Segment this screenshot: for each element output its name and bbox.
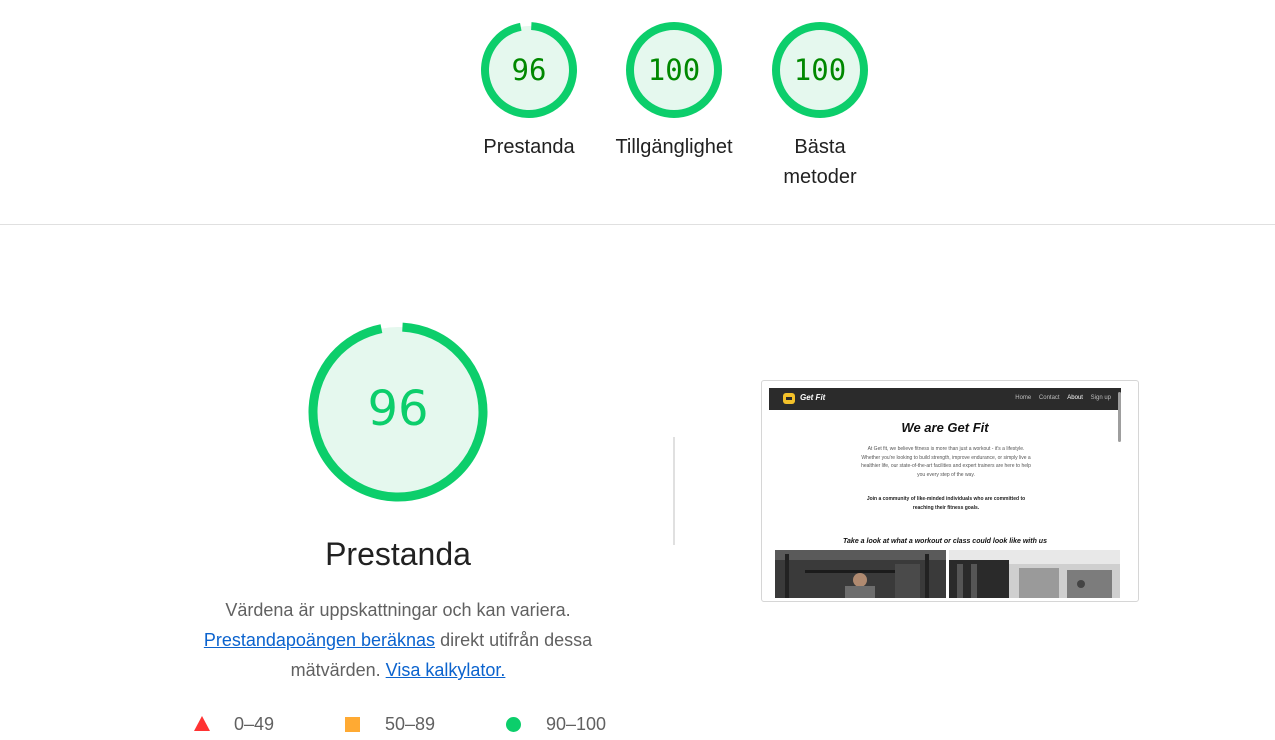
score-calculation-link[interactable]: Prestandapoängen beräknas: [204, 630, 435, 650]
screenshot-brand: Get Fit: [800, 393, 826, 402]
final-screenshot[interactable]: Get Fit Home Contact About Sign up We ar…: [761, 380, 1139, 602]
screenshot-page: Get Fit Home Contact About Sign up We ar…: [769, 388, 1121, 598]
gauge-accessibility[interactable]: 100 Tillgänglighet: [614, 20, 734, 162]
legend-range-average: 50–89: [385, 714, 436, 734]
screenshot-nav-home: Home: [1015, 395, 1032, 401]
performance-gauge: 96: [304, 318, 492, 506]
screenshot-nav-links: Home Contact About Sign up: [1009, 395, 1111, 401]
gauge-performance-score: 96: [511, 53, 547, 87]
dumbbell-icon: [783, 393, 795, 404]
performance-description: Värdena är uppskattningar och kan varier…: [188, 595, 608, 685]
legend-range-fail: 0–49: [234, 714, 275, 734]
screenshot-photo-gym-1: [775, 550, 946, 598]
performance-title: Prestanda: [325, 536, 471, 572]
performance-score: 96: [367, 381, 429, 437]
screenshot-navbar: Get Fit Home Contact About Sign up: [769, 388, 1121, 410]
gauge-best-practices-score: 100: [793, 53, 847, 87]
score-legend: 0–49 50–89 90–100: [190, 712, 630, 736]
screenshot-heading: We are Get Fit: [901, 420, 989, 435]
gauge-best-practices-label-line1: Bästa: [794, 136, 846, 158]
vertical-divider: [673, 437, 675, 545]
screenshot-nav-contact: Contact: [1038, 395, 1060, 401]
legend-range-pass: 90–100: [546, 714, 607, 734]
gauge-performance-ring: 96: [479, 20, 579, 120]
description-text-1: Värdena är uppskattningar och kan varier…: [225, 600, 571, 620]
gauge-best-practices[interactable]: 100 Bästa metoder: [760, 20, 880, 192]
screenshot-join-text: Join a community of like-minded individu…: [866, 496, 1026, 511]
gauge-performance[interactable]: 96 Prestanda: [469, 20, 589, 162]
screenshot-nav-signup: Sign up: [1090, 395, 1111, 401]
gauge-best-practices-ring: 100: [770, 20, 870, 120]
gauge-accessibility-ring: 100: [624, 20, 724, 120]
screenshot-photo-gym-2: [949, 550, 1120, 598]
circle-icon: [506, 717, 521, 732]
calculator-link[interactable]: Visa kalkylator.: [386, 660, 506, 680]
gauge-accessibility-label: Tillgänglighet: [615, 136, 733, 158]
screenshot-subheading: Take a look at what a workout or class c…: [843, 538, 1047, 545]
gauge-accessibility-score: 100: [647, 53, 701, 87]
gauge-best-practices-label: Bästa metoder: [760, 132, 880, 192]
triangle-icon: [194, 716, 210, 731]
category-summary: 96 Prestanda 100 Tillgänglighet 100 Bäst…: [0, 0, 1275, 225]
screenshot-nav-about: About: [1067, 395, 1083, 401]
square-icon: [345, 717, 360, 732]
gauge-best-practices-label-line2: metoder: [783, 166, 857, 188]
screenshot-body-text: At Get fit, we believe fitness is more t…: [861, 446, 1031, 478]
gauge-performance-label: Prestanda: [483, 136, 575, 158]
